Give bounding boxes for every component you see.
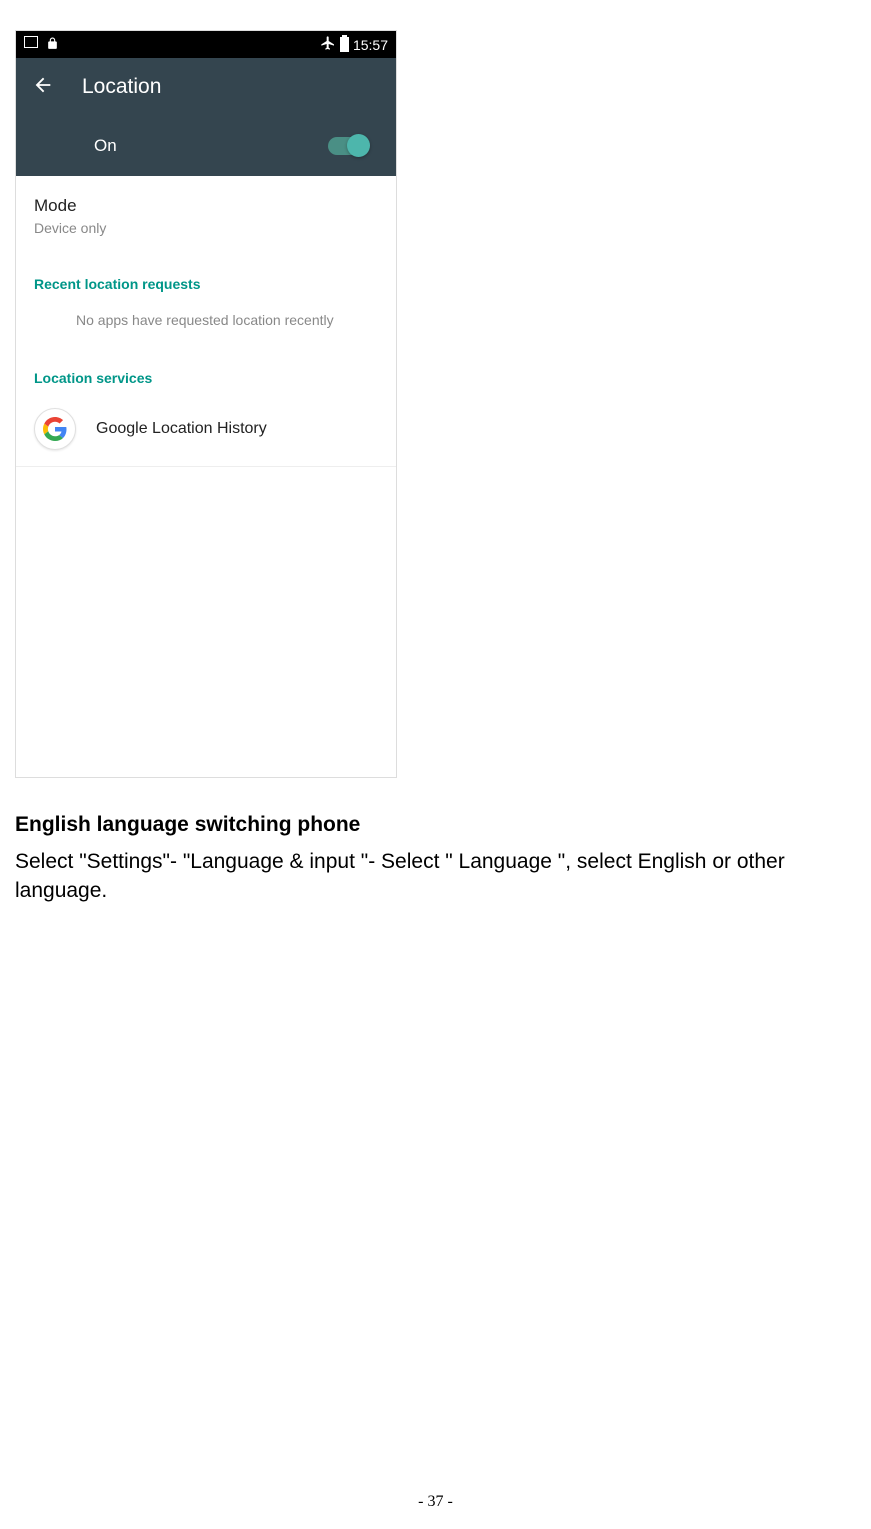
location-services-header: Location services (16, 348, 396, 396)
mode-value: Device only (34, 220, 378, 236)
status-bar: 15:57 (16, 31, 396, 58)
service-label: Google Location History (96, 420, 267, 438)
clock-time: 15:57 (353, 37, 388, 53)
mode-title: Mode (34, 196, 378, 216)
location-toggle-row[interactable]: On (16, 116, 396, 176)
toggle-label: On (94, 136, 117, 156)
lock-icon (46, 36, 59, 54)
doc-heading: English language switching phone (15, 813, 866, 837)
back-arrow-icon[interactable] (32, 74, 54, 101)
google-icon (34, 408, 76, 450)
image-icon (24, 36, 38, 48)
airplane-icon (320, 35, 336, 54)
google-location-history-row[interactable]: Google Location History (16, 396, 396, 467)
document-body: English language switching phone Select … (15, 813, 866, 906)
mode-row[interactable]: Mode Device only (16, 176, 396, 254)
doc-paragraph: Select "Settings"- "Language & input "- … (15, 847, 866, 906)
page-number: - 37 - (0, 1493, 871, 1511)
phone-screenshot: 15:57 Location On Mode Device only Recen… (15, 30, 397, 778)
page-title: Location (82, 75, 161, 99)
toggle-switch[interactable] (328, 137, 368, 155)
app-bar: Location (16, 58, 396, 116)
battery-icon (340, 37, 349, 52)
recent-requests-header: Recent location requests (16, 254, 396, 302)
no-apps-text: No apps have requested location recently (16, 302, 396, 348)
